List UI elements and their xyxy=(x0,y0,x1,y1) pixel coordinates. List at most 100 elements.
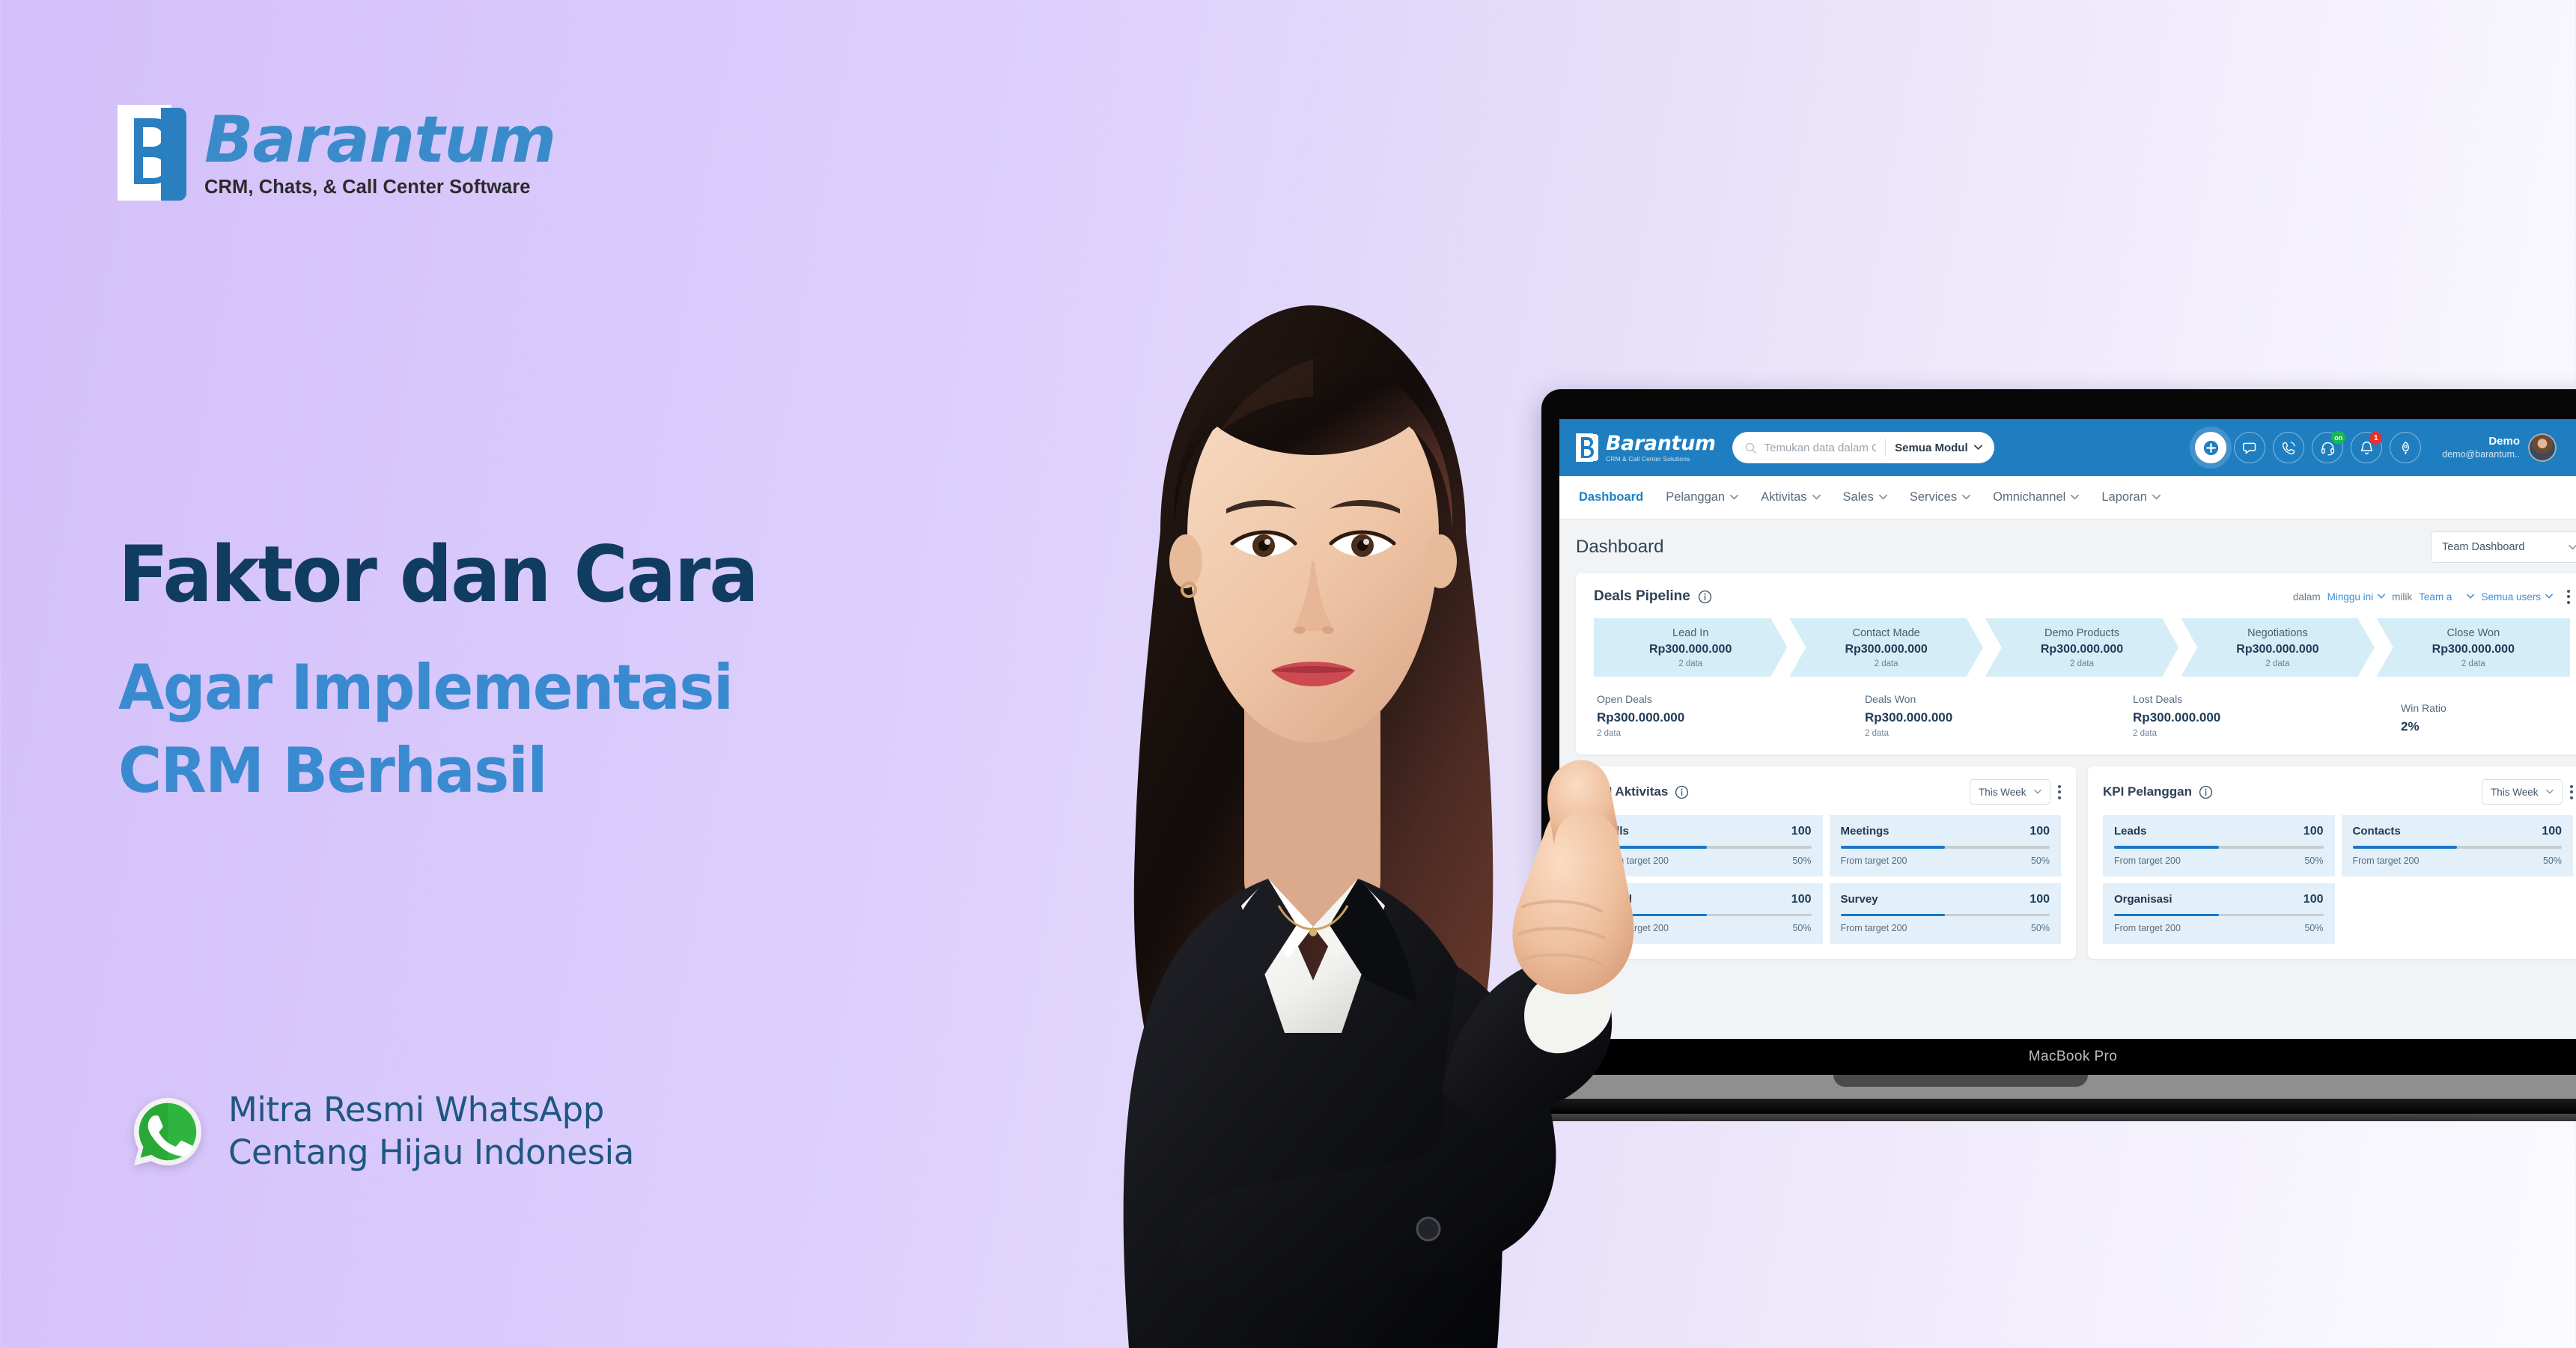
kpi-item-placeholder xyxy=(2342,883,2574,945)
chevron-down-icon xyxy=(1878,494,1887,500)
chevron-down-icon xyxy=(1973,445,1982,451)
pipeline-stage[interactable]: Demo Products Rp300.000.000 2 data xyxy=(1985,618,2178,677)
chevron-down-icon xyxy=(1730,494,1739,500)
eye-highlight-right xyxy=(1363,539,1369,545)
kpi-progress-bar xyxy=(2114,846,2324,849)
crm-screen: Barantum CRM & Call Center Solutions Tem… xyxy=(1559,419,2576,1039)
pipeline-stage-name: Contact Made xyxy=(1852,626,1920,639)
pipeline-stage-value: Rp300.000.000 xyxy=(1845,642,1928,656)
kpi-pelanggan-card: KPI Pelanggan This Week Leads 100 From t… xyxy=(2088,766,2576,959)
kpi-pelanggan-period-selector[interactable]: This Week xyxy=(2482,779,2563,805)
kpi-progress-bar xyxy=(1840,913,2050,916)
logo-b-glyph xyxy=(134,118,174,184)
chat-icon-button[interactable] xyxy=(2234,432,2266,463)
kpi-item-pct: 50% xyxy=(2542,855,2562,866)
kpi-item-target: From target 200 xyxy=(2114,855,2181,866)
plus-icon xyxy=(2203,440,2218,455)
chevron-down-icon xyxy=(2034,789,2041,794)
pipeline-stage[interactable]: Negotiations Rp300.000.000 2 data xyxy=(2181,618,2374,677)
ear-left xyxy=(1169,534,1202,588)
pipeline-stage[interactable]: Contact Made Rp300.000.000 2 data xyxy=(1789,618,1982,677)
kpi-aktivitas-period-label: This Week xyxy=(1979,786,2027,798)
phone-icon xyxy=(2282,441,2295,454)
crm-navbar-icons: on 1 Demo demo@barantum.. xyxy=(2195,431,2576,463)
kpi-aktivitas-period-selector[interactable]: This Week xyxy=(1970,779,2050,805)
filter-team[interactable]: Team a xyxy=(2419,591,2475,603)
kpi-progress-bar xyxy=(2352,846,2562,849)
info-icon[interactable] xyxy=(1698,590,1712,604)
kpi-aktivitas-more-menu[interactable] xyxy=(2058,784,2061,799)
pipeline-stage-name: Close Won xyxy=(2446,626,2500,639)
metric-count: 2 data xyxy=(1865,729,1889,738)
necklace-pendant xyxy=(1309,929,1317,936)
kpi-item-target: From target 200 xyxy=(1840,855,1907,866)
metric-count: 2 data xyxy=(2133,729,2158,738)
kpi-pelanggan-header: KPI Pelanggan This Week xyxy=(2103,779,2573,805)
crm-navbar: Barantum CRM & Call Center Solutions Tem… xyxy=(1559,419,2576,476)
kpi-item-label: Leads xyxy=(2114,825,2147,838)
dashboard-selector[interactable]: Team Dashboard xyxy=(2431,531,2576,563)
deals-pipeline-card: Deals Pipeline dalam Minggu ini milik Te… xyxy=(1576,573,2576,754)
metric-value: Rp300.000.000 xyxy=(2133,710,2221,725)
kpi-item-pct: 50% xyxy=(2304,855,2324,866)
metric-label: Lost Deals xyxy=(2133,693,2183,705)
kpi-item-value: 100 xyxy=(2303,825,2324,838)
phone-icon-button[interactable] xyxy=(2273,432,2305,463)
eye-highlight-left xyxy=(1264,539,1270,545)
pipeline-stage-value: Rp300.000.000 xyxy=(2236,642,2319,656)
metric-value: Rp300.000.000 xyxy=(1865,710,1953,725)
chevron-down-icon xyxy=(2467,594,2475,599)
rocket-icon xyxy=(2402,441,2409,454)
menu-item-aktivitas-label: Aktivitas xyxy=(1761,490,1807,504)
menu-item-services[interactable]: Services xyxy=(1910,490,1971,504)
nostril-left xyxy=(1294,626,1306,634)
metric-win-ratio: Win Ratio 2% xyxy=(2401,693,2567,738)
bell-icon-button[interactable]: 1 xyxy=(2351,432,2383,463)
kpi-item-pct: 50% xyxy=(1792,923,1812,933)
plus-icon-button[interactable] xyxy=(2195,432,2227,463)
metric-label: Deals Won xyxy=(1865,693,1916,705)
headset-icon-button[interactable]: on xyxy=(2312,431,2346,463)
pipeline-stage-value: Rp300.000.000 xyxy=(2432,642,2515,656)
crm-module-filter[interactable]: Semua Modul xyxy=(1895,442,1990,454)
laptop-chin: MacBook Pro xyxy=(1541,1039,2576,1075)
chevron-down-icon xyxy=(2546,789,2554,794)
kpi-pelanggan-more-menu[interactable] xyxy=(2570,784,2573,799)
menu-item-omnichannel[interactable]: Omnichannel xyxy=(1993,490,2080,504)
kpi-item: Organisasi 100 From target 200 50% xyxy=(2103,882,2335,944)
nostril-right xyxy=(1322,626,1334,634)
laptop-deck-notch xyxy=(1833,1075,2088,1087)
kpi-item-value: 100 xyxy=(2030,892,2050,906)
filter-users[interactable]: Semua users xyxy=(2481,591,2553,603)
whatsapp-badge-text: Mitra Resmi WhatsApp Centang Hijau Indon… xyxy=(228,1089,634,1174)
rocket-icon-button[interactable] xyxy=(2390,432,2422,463)
filter-period-label: Minggu ini xyxy=(2327,591,2374,603)
menu-item-laporan[interactable]: Laporan xyxy=(2101,490,2161,504)
filter-owner-prefix: milik xyxy=(2392,591,2413,603)
presenter-photo xyxy=(1123,305,1634,1348)
menu-item-sales[interactable]: Sales xyxy=(1843,490,1887,504)
crm-page-header: Dashboard Team Dashboard xyxy=(1576,531,2576,563)
pipeline-stage[interactable]: Close Won Rp300.000.000 2 data xyxy=(2376,618,2571,677)
crm-user-menu[interactable]: Demo demo@barantum.. xyxy=(2442,433,2557,462)
crm-module-filter-label: Semua Modul xyxy=(1895,441,1968,454)
filter-period[interactable]: Minggu ini xyxy=(2327,591,2386,603)
info-icon[interactable] xyxy=(2199,785,2213,799)
pipeline-stage-count: 2 data xyxy=(2070,659,2094,668)
crm-content: Dashboard Team Dashboard Deals Pipeline xyxy=(1559,519,2576,1039)
deals-pipeline-more-menu[interactable] xyxy=(2567,589,2570,604)
kpi-item-pct: 50% xyxy=(2304,923,2324,933)
menu-item-aktivitas[interactable]: Aktivitas xyxy=(1761,490,1821,504)
barantum-logo-mark xyxy=(118,105,186,201)
filter-prefix: dalam xyxy=(2292,591,2321,603)
kpi-item-pct: 50% xyxy=(2030,923,2050,933)
metric-deals-won: Deals Won Rp300.000.000 2 data xyxy=(1865,693,2133,738)
avatar[interactable] xyxy=(2528,433,2557,462)
kpi-item-value: 100 xyxy=(1791,892,1812,906)
device-model-label: MacBook Pro xyxy=(2028,1049,2118,1064)
crm-search-bar[interactable]: Temukan data dalam CRM... Semua Modul xyxy=(1732,432,1994,463)
crm-user-name: Demo xyxy=(2488,435,2520,448)
blazer-button xyxy=(1416,1216,1441,1242)
kpi-item: Survey 100 From target 200 50% xyxy=(1829,882,2061,944)
kpi-progress-bar xyxy=(1840,846,2050,849)
